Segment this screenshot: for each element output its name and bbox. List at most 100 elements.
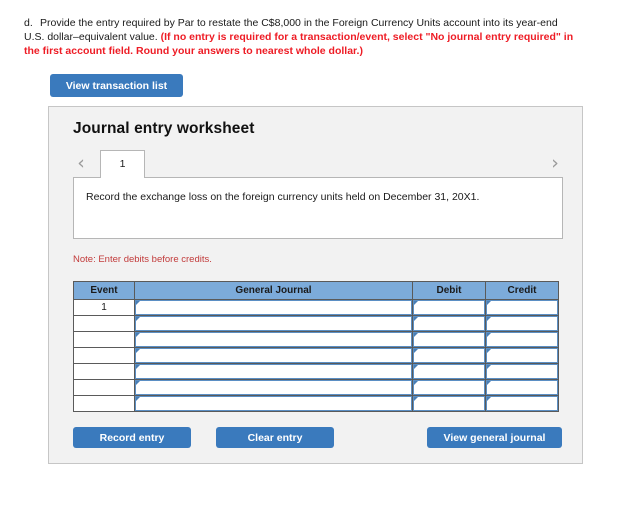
journal-table-body: 1 xyxy=(73,299,559,412)
credit-input[interactable] xyxy=(491,397,555,410)
view-general-journal-button[interactable]: View general journal xyxy=(427,427,562,448)
credit-input-wrapper[interactable] xyxy=(486,348,558,363)
general-journal-input-wrapper[interactable] xyxy=(135,316,412,331)
general-journal-input-wrapper[interactable] xyxy=(135,396,412,411)
table-row xyxy=(73,331,559,348)
debit-input[interactable] xyxy=(418,381,482,394)
general-journal-cell[interactable] xyxy=(134,331,413,348)
table-row xyxy=(73,347,559,364)
general-journal-cell[interactable] xyxy=(134,347,413,364)
general-journal-cell[interactable] xyxy=(134,315,413,332)
credit-input-wrapper[interactable] xyxy=(486,396,558,411)
table-row xyxy=(73,395,559,412)
credit-cell[interactable] xyxy=(485,331,559,348)
worksheet-tabbar: ‹ 1 › xyxy=(73,150,563,178)
journal-entry-worksheet-panel: Journal entry worksheet ‹ 1 › Record the… xyxy=(48,106,583,464)
panel-title: Journal entry worksheet xyxy=(73,120,255,137)
instruction-box: Record the exchange loss on the foreign … xyxy=(73,177,563,239)
credit-input-wrapper[interactable] xyxy=(486,316,558,331)
journal-entry-table: Event General Journal Debit Credit 1 xyxy=(73,281,559,412)
credit-cell[interactable] xyxy=(485,347,559,364)
question-block: d. Provide the entry required by Par to … xyxy=(24,16,576,58)
debit-cell[interactable] xyxy=(412,315,486,332)
debit-input-wrapper[interactable] xyxy=(413,332,485,347)
question-letter: d. xyxy=(24,17,33,29)
general-journal-input-wrapper[interactable] xyxy=(135,364,412,379)
event-number-cell xyxy=(73,395,135,412)
general-journal-input[interactable] xyxy=(140,365,409,378)
debit-cell[interactable] xyxy=(412,331,486,348)
general-journal-cell[interactable] xyxy=(134,299,413,316)
table-row: 1 xyxy=(73,299,559,316)
general-journal-input[interactable] xyxy=(140,317,409,330)
debit-input[interactable] xyxy=(418,365,482,378)
debit-input-wrapper[interactable] xyxy=(413,348,485,363)
credit-input[interactable] xyxy=(491,381,555,394)
record-entry-button[interactable]: Record entry xyxy=(73,427,191,448)
debit-cell[interactable] xyxy=(412,347,486,364)
next-tab-icon[interactable]: › xyxy=(547,152,563,174)
general-journal-input[interactable] xyxy=(140,381,409,394)
general-journal-cell[interactable] xyxy=(134,395,413,412)
debit-input[interactable] xyxy=(418,317,482,330)
debit-input-wrapper[interactable] xyxy=(413,300,485,315)
event-number-cell: 1 xyxy=(73,299,135,316)
general-journal-input[interactable] xyxy=(140,333,409,346)
debits-before-credits-note: Note: Enter debits before credits. xyxy=(73,254,212,265)
column-header-event: Event xyxy=(73,281,135,300)
table-row xyxy=(73,363,559,380)
prev-tab-icon[interactable]: ‹ xyxy=(73,152,89,174)
clear-entry-button[interactable]: Clear entry xyxy=(216,427,334,448)
debit-cell[interactable] xyxy=(412,299,486,316)
event-number-cell xyxy=(73,347,135,364)
credit-input-wrapper[interactable] xyxy=(486,380,558,395)
general-journal-input[interactable] xyxy=(140,349,409,362)
debit-input-wrapper[interactable] xyxy=(413,396,485,411)
debit-cell[interactable] xyxy=(412,379,486,396)
event-number-cell xyxy=(73,379,135,396)
credit-input[interactable] xyxy=(491,301,555,314)
credit-input[interactable] xyxy=(491,317,555,330)
credit-cell[interactable] xyxy=(485,315,559,332)
worksheet-tab-1[interactable]: 1 xyxy=(100,150,145,178)
credit-input[interactable] xyxy=(491,333,555,346)
instruction-text: Record the exchange loss on the foreign … xyxy=(86,191,480,203)
column-header-credit: Credit xyxy=(485,281,559,300)
debit-input-wrapper[interactable] xyxy=(413,380,485,395)
column-header-general-journal: General Journal xyxy=(134,281,413,300)
general-journal-input-wrapper[interactable] xyxy=(135,332,412,347)
debit-input[interactable] xyxy=(418,301,482,314)
debit-input-wrapper[interactable] xyxy=(413,364,485,379)
event-number-cell xyxy=(73,315,135,332)
general-journal-input-wrapper[interactable] xyxy=(135,300,412,315)
table-row xyxy=(73,315,559,332)
credit-input[interactable] xyxy=(491,349,555,362)
debit-cell[interactable] xyxy=(412,395,486,412)
credit-cell[interactable] xyxy=(485,379,559,396)
debit-input[interactable] xyxy=(418,397,482,410)
debit-input-wrapper[interactable] xyxy=(413,316,485,331)
view-transaction-list-button[interactable]: View transaction list xyxy=(50,74,183,97)
credit-cell[interactable] xyxy=(485,299,559,316)
general-journal-input[interactable] xyxy=(140,301,409,314)
credit-cell[interactable] xyxy=(485,395,559,412)
general-journal-input-wrapper[interactable] xyxy=(135,380,412,395)
debit-input[interactable] xyxy=(418,333,482,346)
credit-input-wrapper[interactable] xyxy=(486,332,558,347)
credit-cell[interactable] xyxy=(485,363,559,380)
table-header-row: Event General Journal Debit Credit xyxy=(73,281,559,300)
credit-input-wrapper[interactable] xyxy=(486,364,558,379)
event-number-cell xyxy=(73,363,135,380)
event-number-cell xyxy=(73,331,135,348)
general-journal-input-wrapper[interactable] xyxy=(135,348,412,363)
table-row xyxy=(73,379,559,396)
credit-input[interactable] xyxy=(491,365,555,378)
column-header-debit: Debit xyxy=(412,281,486,300)
credit-input-wrapper[interactable] xyxy=(486,300,558,315)
debit-input[interactable] xyxy=(418,349,482,362)
general-journal-cell[interactable] xyxy=(134,379,413,396)
question-text: Provide the entry required by Par to res… xyxy=(24,17,573,57)
debit-cell[interactable] xyxy=(412,363,486,380)
general-journal-cell[interactable] xyxy=(134,363,413,380)
general-journal-input[interactable] xyxy=(140,397,409,410)
